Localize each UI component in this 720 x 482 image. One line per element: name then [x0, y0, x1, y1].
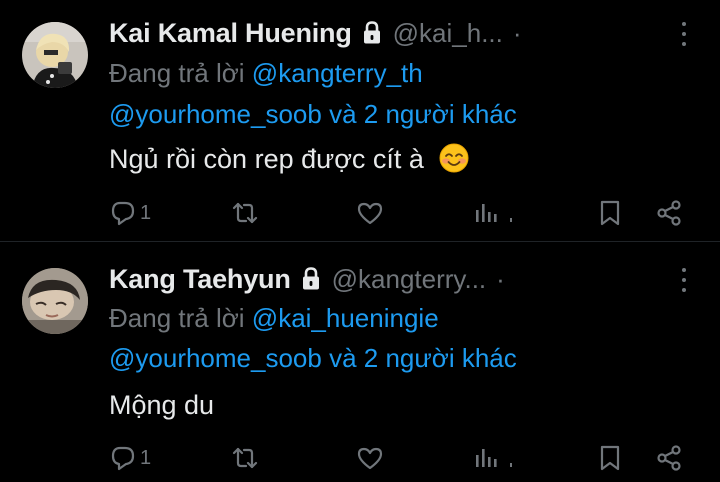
views-button[interactable] — [472, 438, 518, 478]
repost-button[interactable] — [230, 438, 262, 478]
tweet-text-content: Mộng du — [109, 390, 215, 420]
others-link[interactable]: và 2 người khác — [329, 343, 517, 373]
smiling-face-emoji-icon — [439, 143, 469, 173]
share-icon — [654, 443, 684, 473]
tweet-text: Ngủ rồi còn rep được cít à — [109, 139, 469, 179]
avatar[interactable] — [22, 268, 88, 334]
reply-count: 1 — [140, 446, 152, 469]
share-icon — [654, 198, 684, 228]
bookmark-button[interactable] — [597, 438, 623, 478]
tweet-header: Kang Taehyun @kangterry... · — [109, 259, 700, 299]
bookmark-icon — [597, 198, 623, 228]
bookmark-button[interactable] — [597, 193, 623, 233]
reply-count: 1 — [140, 201, 152, 224]
handle[interactable]: @kangterry... — [332, 264, 487, 295]
reply-context: Đang trả lời @kangterry_th — [109, 53, 423, 93]
separator-dot: · — [512, 17, 522, 48]
action-bar: 1 — [0, 438, 720, 478]
reply-button[interactable]: 1 — [108, 438, 151, 478]
heart-icon — [355, 198, 385, 228]
lock-icon — [300, 266, 322, 292]
tweet-header: Kai Kamal Huening @kai_h... · — [109, 13, 700, 53]
tweet[interactable]: Kang Taehyun @kangterry... · Đang trả lờ… — [0, 242, 720, 482]
separator-dot: · — [496, 263, 505, 294]
reply-prefix: Đang trả lời — [109, 303, 245, 333]
views-icon — [472, 198, 516, 228]
like-button[interactable] — [355, 193, 387, 233]
mention-link[interactable]: @yourhome_soob — [109, 343, 322, 373]
tweet-text: Mộng du — [109, 385, 214, 425]
mention-link[interactable]: @kangterry_th — [252, 58, 423, 88]
share-button[interactable] — [654, 438, 684, 478]
reply-prefix: Đang trả lời — [109, 58, 245, 88]
bookmark-icon — [597, 443, 623, 473]
reply-context-continued: @yourhome_soob và 2 người khác — [109, 94, 517, 134]
others-link[interactable]: và 2 người khác — [329, 99, 517, 129]
tweet-text-content: Ngủ rồi còn rep được cít à — [109, 144, 424, 174]
repost-icon — [230, 443, 260, 473]
reply-context-continued: @yourhome_soob và 2 người khác — [109, 338, 517, 378]
handle[interactable]: @kai_h... — [393, 18, 503, 49]
reply-icon — [108, 198, 138, 228]
reply-context: Đang trả lời @kai_hueningie — [109, 298, 439, 338]
lock-icon — [361, 20, 383, 46]
heart-icon — [355, 443, 385, 473]
display-name[interactable]: Kang Taehyun — [109, 264, 291, 295]
reply-icon — [108, 443, 138, 473]
more-options-icon[interactable] — [672, 265, 696, 295]
more-options-icon[interactable] — [672, 19, 696, 49]
mention-link[interactable]: @kai_hueningie — [252, 303, 439, 333]
tweet[interactable]: Kai Kamal Huening @kai_h... · Đang trả l… — [0, 0, 720, 242]
repost-button[interactable] — [230, 193, 262, 233]
mention-link[interactable]: @yourhome_soob — [109, 99, 322, 129]
avatar[interactable] — [22, 22, 88, 88]
views-button[interactable] — [472, 193, 518, 233]
views-icon — [472, 443, 516, 473]
display-name[interactable]: Kai Kamal Huening — [109, 18, 352, 49]
reply-button[interactable]: 1 — [108, 193, 151, 233]
action-bar: 1 — [0, 193, 720, 233]
like-button[interactable] — [355, 438, 387, 478]
repost-icon — [230, 198, 260, 228]
share-button[interactable] — [654, 193, 684, 233]
